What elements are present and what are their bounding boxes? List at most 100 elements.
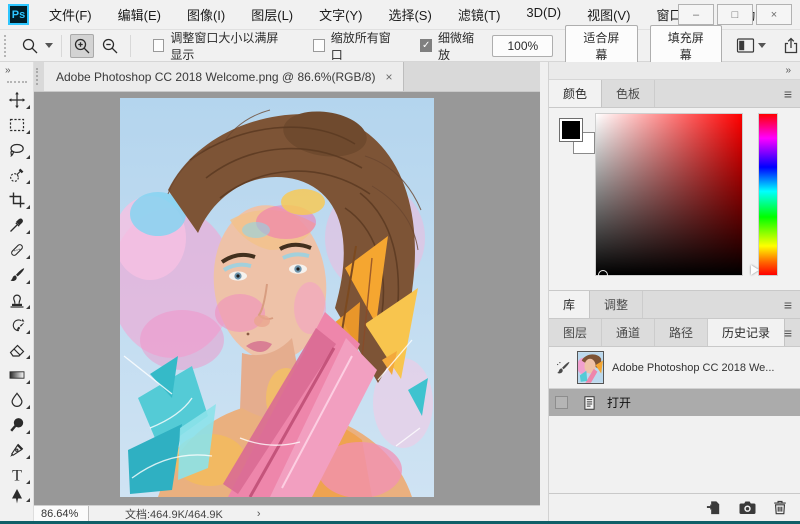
zoom-all-windows-label: 缩放所有窗口 — [331, 29, 395, 63]
document-size-info: 文档:464.9K/464.9K — [125, 506, 223, 522]
color-panel — [549, 108, 800, 291]
canvas-pasteboard[interactable] — [34, 92, 540, 505]
history-panel-menu-icon[interactable]: ≡ — [784, 325, 792, 341]
toolbar-grip[interactable] — [7, 81, 27, 83]
menu-image[interactable]: 图像(I) — [187, 5, 225, 24]
zoom-tool-preset-chevron-icon[interactable] — [45, 43, 53, 48]
scrubby-zoom-checkbox[interactable]: ✓ — [420, 39, 432, 52]
path-selection-tool[interactable] — [0, 487, 34, 505]
menu-select[interactable]: 选择(S) — [388, 5, 431, 24]
zoom-level-field[interactable]: 86.64% — [34, 506, 89, 522]
menu-type[interactable]: 文字(Y) — [319, 5, 362, 24]
tab-libraries[interactable]: 库 — [549, 291, 590, 318]
resize-windows-label: 调整窗口大小以满屏显示 — [170, 29, 287, 63]
type-tool[interactable]: T — [0, 462, 34, 487]
status-bar: 86.64% 文档:464.9K/464.9K › — [34, 505, 540, 521]
quick-selection-tool[interactable] — [0, 162, 34, 187]
saturation-brightness-field[interactable] — [595, 113, 743, 276]
menu-edit[interactable]: 编辑(E) — [118, 5, 161, 24]
tab-history[interactable]: 历史记录 — [708, 319, 785, 346]
options-grip[interactable] — [4, 35, 6, 57]
spot-healing-brush-tool[interactable] — [0, 237, 34, 262]
svg-text:T: T — [12, 467, 22, 484]
tab-close-icon[interactable]: × — [385, 70, 392, 84]
menu-layer[interactable]: 图层(L) — [251, 5, 293, 24]
photoshop-window: Ps 文件(F) 编辑(E) 图像(I) 图层(L) 文字(Y) 选择(S) 滤… — [0, 0, 800, 524]
scrubby-zoom-label: 细微缩放 — [438, 29, 480, 63]
document-title: Adobe Photoshop CC 2018 Welcome.png @ 86… — [56, 70, 375, 84]
history-state-row[interactable]: 打开 — [549, 389, 800, 416]
color-panel-tabs: 颜色 色板 ≡ — [549, 80, 800, 108]
history-brush-source-icon[interactable] — [555, 360, 571, 376]
menu-file[interactable]: 文件(F) — [49, 5, 92, 24]
history-snapshot-row[interactable]: Adobe Photoshop CC 2018 We... — [549, 347, 800, 389]
workspace-chevron-icon[interactable] — [758, 43, 766, 48]
zoom-tool-icon[interactable] — [18, 34, 42, 58]
menu-3d[interactable]: 3D(D) — [526, 5, 561, 24]
tab-swatches[interactable]: 色板 — [602, 80, 655, 107]
pen-tool[interactable] — [0, 437, 34, 462]
zoom-all-windows-checkbox[interactable] — [313, 39, 325, 52]
rectangular-marquee-tool[interactable] — [0, 112, 34, 137]
history-state-label: 打开 — [607, 394, 631, 411]
clone-stamp-tool[interactable] — [0, 287, 34, 312]
dock-collapse-icon[interactable]: » — [785, 65, 790, 76]
separator — [61, 35, 62, 57]
resize-windows-checkbox[interactable] — [153, 39, 165, 52]
hue-slider-thumb[interactable] — [751, 265, 759, 275]
dodge-tool[interactable] — [0, 412, 34, 437]
new-document-from-state-icon[interactable] — [705, 499, 723, 516]
maximize-button[interactable]: □ — [717, 4, 753, 25]
check-icon: ✓ — [422, 40, 430, 51]
menubar: 文件(F) 编辑(E) 图像(I) 图层(L) 文字(Y) 选择(S) 滤镜(T… — [49, 5, 773, 24]
workspace-icon[interactable] — [736, 37, 766, 54]
menu-view[interactable]: 视图(V) — [587, 5, 630, 24]
color-panel-menu-icon[interactable]: ≡ — [784, 86, 792, 102]
menu-filter[interactable]: 滤镜(T) — [458, 5, 501, 24]
move-tool[interactable] — [0, 87, 34, 112]
tab-color[interactable]: 颜色 — [549, 80, 602, 107]
tools-panel: » — [0, 62, 34, 521]
zoom-out-button[interactable] — [98, 34, 122, 58]
crop-tool[interactable] — [0, 187, 34, 212]
open-state-icon — [582, 395, 597, 411]
history-panel-footer — [549, 494, 800, 521]
library-panel-menu-icon[interactable]: ≡ — [784, 297, 792, 313]
history-source-checkbox[interactable] — [555, 396, 568, 409]
new-snapshot-camera-icon[interactable] — [738, 499, 757, 516]
zoom-in-button[interactable] — [70, 34, 94, 58]
color-field-picker[interactable] — [598, 270, 608, 280]
delete-trash-icon[interactable] — [772, 499, 788, 516]
eraser-tool[interactable] — [0, 337, 34, 362]
status-expand-icon[interactable]: › — [257, 508, 261, 520]
tab-paths[interactable]: 路径 — [655, 319, 708, 346]
options-bar: 调整窗口大小以满屏显示 缩放所有窗口 ✓ 细微缩放 100% 适合屏幕 填充屏幕 — [0, 30, 800, 62]
eyedropper-tool[interactable] — [0, 212, 34, 237]
share-icon[interactable] — [782, 37, 800, 55]
history-brush-tool[interactable] — [0, 312, 34, 337]
lasso-tool[interactable] — [0, 137, 34, 162]
hue-slider[interactable] — [758, 113, 778, 276]
blur-tool[interactable] — [0, 387, 34, 412]
canvas-image[interactable] — [120, 98, 434, 497]
gradient-tool[interactable] — [0, 362, 34, 387]
close-button[interactable]: × — [756, 4, 792, 25]
tab-adjustments[interactable]: 调整 — [590, 291, 643, 318]
tab-channels[interactable]: 通道 — [602, 319, 655, 346]
snapshot-thumbnail[interactable] — [577, 351, 604, 384]
document-tab[interactable]: Adobe Photoshop CC 2018 Welcome.png @ 86… — [44, 62, 404, 91]
minimize-button[interactable]: – — [678, 4, 714, 25]
fit-screen-button[interactable]: 适合屏幕 — [565, 25, 637, 67]
brush-tool[interactable] — [0, 262, 34, 287]
window-controls: – □ × — [678, 4, 792, 25]
snapshot-label: Adobe Photoshop CC 2018 We... — [612, 362, 774, 374]
toolbar-collapse-icon[interactable]: » — [0, 62, 33, 76]
panel-dock: » 颜色 色板 ≡ 库 调整 ≡ 图层 通道 路径 — [548, 62, 800, 521]
document-tab-bar: Adobe Photoshop CC 2018 Welcome.png @ 86… — [34, 62, 540, 92]
foreground-color-swatch[interactable] — [559, 118, 583, 142]
fill-screen-button[interactable]: 填充屏幕 — [650, 25, 722, 67]
tab-layers[interactable]: 图层 — [549, 319, 602, 346]
zoom-100-button[interactable]: 100% — [492, 35, 553, 57]
library-panel-tabs: 库 调整 ≡ — [549, 291, 800, 319]
tab-bar-grip[interactable] — [36, 68, 42, 85]
